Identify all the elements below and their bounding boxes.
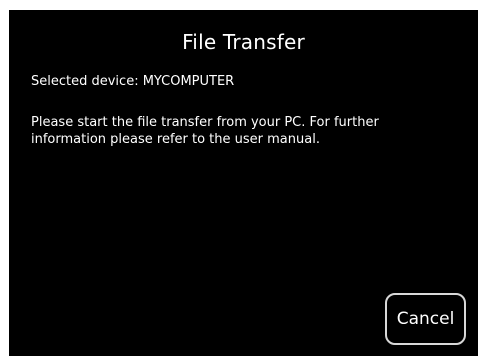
- instruction-message: Please start the file transfer from your…: [31, 115, 379, 147]
- selected-device-text: Selected device: MYCOMPUTER: [31, 74, 235, 89]
- file-transfer-screen: File Transfer Selected device: MYCOMPUTE…: [9, 10, 478, 356]
- cancel-button[interactable]: Cancel: [385, 293, 466, 345]
- page-title: File Transfer: [182, 30, 305, 54]
